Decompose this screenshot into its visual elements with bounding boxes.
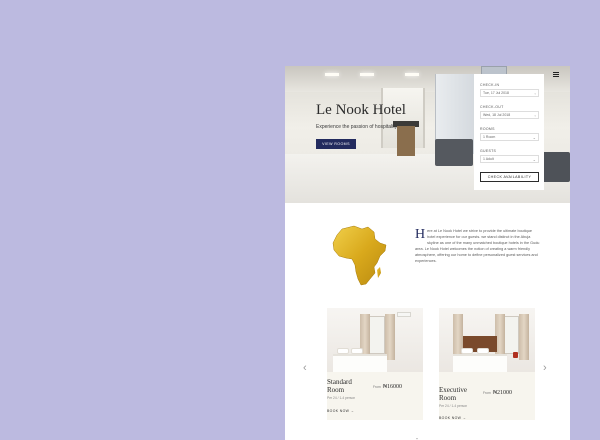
chevron-down-icon: ⌄	[532, 134, 536, 140]
checkin-label: CHECK-IN	[480, 83, 500, 87]
hamburger-menu-icon[interactable]	[553, 72, 559, 77]
room-per: Per 24 / 1-4 person	[439, 404, 468, 408]
about-paragraph: ere at Le Nook Hotel we strive to provid…	[415, 229, 540, 263]
room-photo-pillow	[337, 348, 349, 354]
room-per: Per 24 / 1-4 person	[327, 396, 356, 400]
room-photo-lamp	[513, 352, 518, 358]
room-photo-pillow	[461, 348, 473, 354]
room-photo-curtain	[519, 314, 529, 360]
checkout-field[interactable]: Wed, 18 Jul 2018 ▫	[480, 111, 539, 119]
room-card-standard[interactable]: Standard Room From ₦16000 Per 24 / 1-4 pe…	[327, 308, 423, 420]
ceiling-light	[360, 73, 374, 76]
book-now-link[interactable]: BOOK NOW →	[439, 416, 466, 420]
ceiling-light	[405, 73, 419, 76]
guests-select[interactable]: 1 Adult ⌄	[480, 155, 539, 163]
checkout-value: Wed, 18 Jul 2018	[483, 113, 511, 117]
africa-map-icon	[332, 225, 387, 286]
room-photo-bed	[453, 354, 507, 372]
chevron-left-icon[interactable]: ‹	[303, 362, 307, 374]
rooms-value: 1 Room	[483, 135, 496, 139]
room-photo-pillow	[477, 348, 489, 354]
hero-section: Le Nook Hotel Experience the passion of …	[285, 66, 570, 203]
about-text: H ere at Le Nook Hotel we strive to prov…	[415, 228, 540, 264]
rooms-select[interactable]: 1 Room ⌄	[480, 133, 539, 141]
room-title-line: Standard	[327, 378, 352, 386]
room-title: Standard Room	[327, 378, 352, 394]
room-photo-ac	[397, 312, 411, 317]
room-price-prefix: From	[483, 391, 491, 395]
room-price-prefix: From	[373, 385, 381, 389]
hero-photo-desk	[397, 126, 415, 156]
room-price: From ₦16000	[373, 384, 402, 390]
room-card-executive[interactable]: Executive Room From ₦21000 Per 24 / 1-4 p…	[439, 308, 535, 420]
view-rooms-button[interactable]: VIEW ROOMS	[316, 139, 356, 149]
rooms-label: ROOMS	[480, 127, 495, 131]
room-title-line: Room	[327, 386, 345, 394]
room-price: From ₦21000	[483, 390, 512, 396]
hero-photo-sofa	[435, 139, 473, 166]
chevron-right-icon[interactable]: ›	[543, 362, 547, 374]
booking-panel: CHECK-IN Tue, 17 Jul 2018 ▫ CHECK-OUT We…	[474, 74, 544, 190]
room-title-line: Room	[439, 394, 457, 402]
guests-value: 1 Adult	[483, 157, 494, 161]
hero-title: Le Nook Hotel	[316, 102, 406, 118]
about-drop-cap: H	[415, 227, 426, 242]
room-title-line: Executive	[439, 386, 467, 394]
check-availability-button[interactable]: CHECK AVAILABILITY	[480, 172, 539, 182]
chevron-down-icon: ⌄	[532, 156, 536, 162]
room-title: Executive Room	[439, 386, 467, 402]
calendar-icon: ▫	[534, 112, 536, 118]
guests-label: GUESTS	[480, 149, 497, 153]
book-now-link[interactable]: BOOK NOW →	[327, 409, 354, 413]
checkout-label: CHECK-OUT	[480, 105, 504, 109]
room-price-value: ₦21000	[492, 390, 513, 396]
checkin-field[interactable]: Tue, 17 Jul 2018 ▫	[480, 89, 539, 97]
hero-subtitle: Experience the passion of hospitality	[316, 124, 398, 130]
checkin-value: Tue, 17 Jul 2018	[483, 91, 509, 95]
room-price-value: ₦16000	[382, 384, 403, 390]
hotel-page: Le Nook Hotel Experience the passion of …	[285, 66, 570, 440]
room-photo-pillow	[351, 348, 363, 354]
ceiling-light	[325, 73, 339, 76]
room-photo-bed	[333, 354, 387, 372]
room-photo	[439, 308, 535, 372]
room-photo	[327, 308, 423, 372]
calendar-icon: ▫	[534, 90, 536, 96]
